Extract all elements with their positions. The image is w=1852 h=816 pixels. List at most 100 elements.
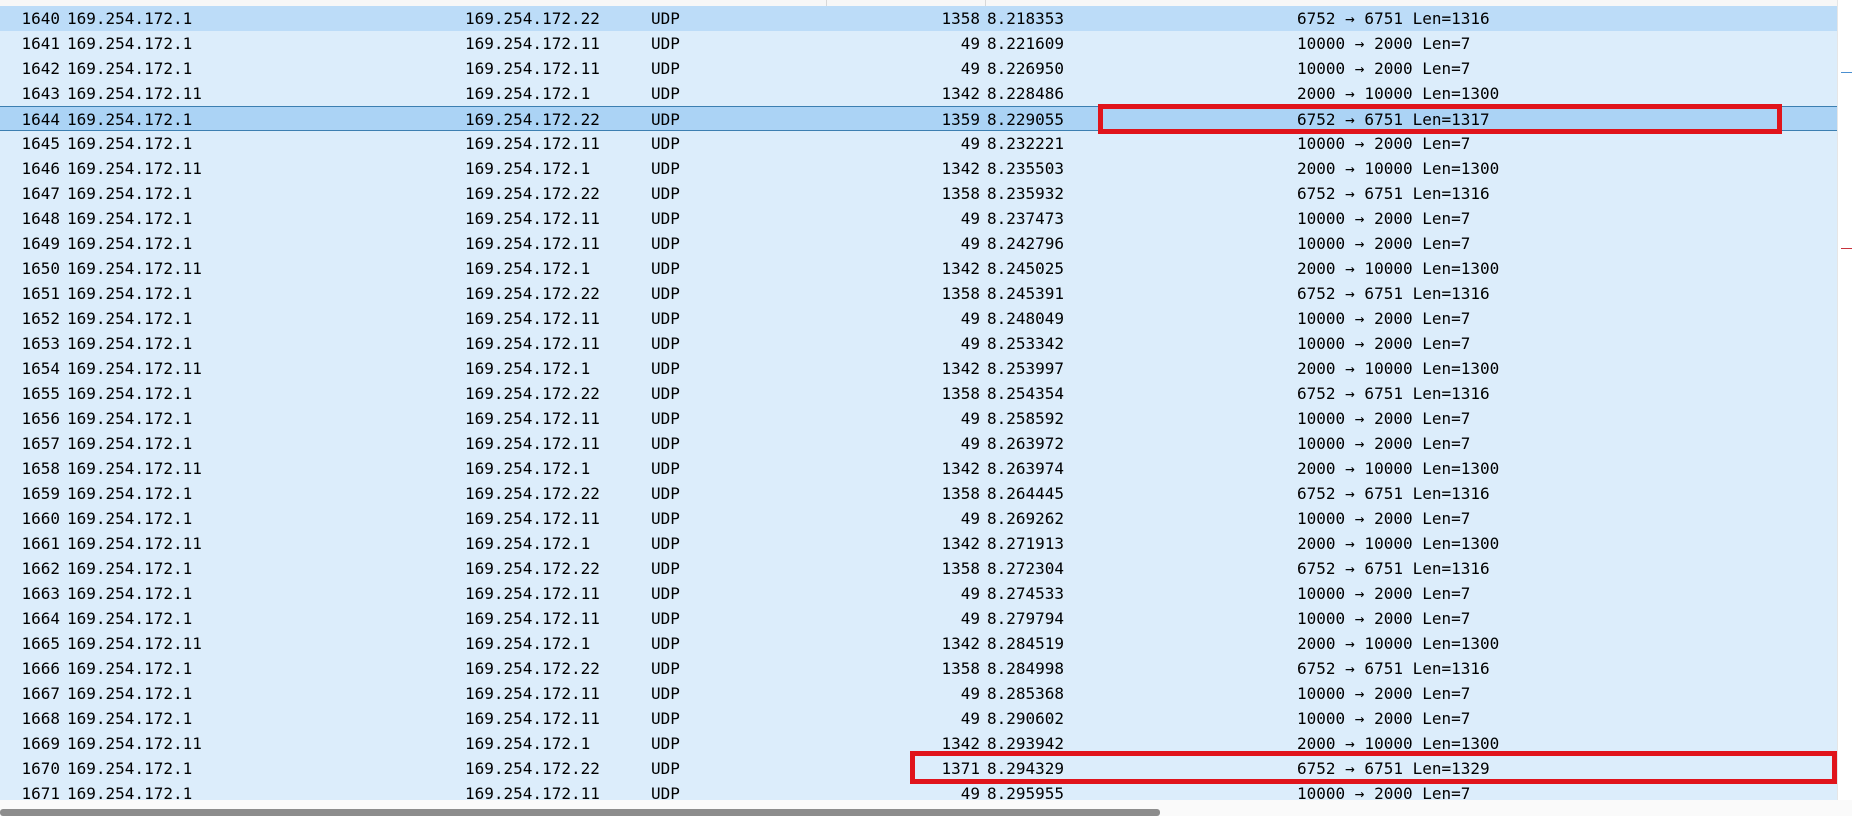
packet-row-1655[interactable]: 1655 169.254.172.1 169.254.172.22 UDP 1358 8.… — [0, 381, 1837, 406]
packet-info-cell: 10000 → 2000 Len=7 — [1297, 209, 1471, 228]
packet-dst-cell: 169.254.172.22 — [465, 9, 600, 28]
packet-proto-cell: UDP — [651, 584, 680, 603]
packet-len-cell: 49 — [960, 684, 980, 703]
packet-row-1653[interactable]: 1653 169.254.172.1 169.254.172.11 UDP 49 8.25… — [0, 331, 1837, 356]
packet-proto-cell: UDP — [651, 84, 680, 103]
packet-proto-cell: UDP — [651, 534, 680, 553]
packet-src-cell: 169.254.172.1 — [67, 434, 193, 453]
packet-dst-cell: 169.254.172.11 — [465, 34, 600, 53]
packet-row-1648[interactable]: 1648 169.254.172.1 169.254.172.11 UDP 49 8.23… — [0, 206, 1837, 231]
packet-dst-cell: 169.254.172.22 — [465, 559, 600, 578]
packet-no-cell: 1653 — [21, 334, 60, 353]
packet-time-cell: 8.264445 — [987, 484, 1065, 503]
packet-proto-cell: UDP — [651, 284, 680, 303]
packet-src-cell: 169.254.172.1 — [67, 559, 193, 578]
packet-time-cell: 8.237473 — [987, 209, 1065, 228]
packet-len-cell: 1371 — [941, 759, 980, 778]
packet-row-1643[interactable]: 1643 169.254.172.11 169.254.172.1 UDP 1342 8.… — [0, 81, 1837, 106]
packet-proto-cell: UDP — [651, 359, 680, 378]
packet-src-cell: 169.254.172.1 — [67, 784, 193, 800]
packet-src-cell: 169.254.172.11 — [67, 259, 202, 278]
packet-time-cell: 8.235503 — [987, 159, 1065, 178]
packet-no-cell: 1663 — [21, 584, 60, 603]
packet-src-cell: 169.254.172.1 — [67, 609, 193, 628]
packet-len-cell: 1342 — [941, 459, 980, 478]
packet-time-cell: 8.226950 — [987, 59, 1065, 78]
packet-row-1640[interactable]: 1640 169.254.172.1 169.254.172.22 UDP 1358 8.… — [0, 6, 1837, 31]
packet-no-cell: 1640 — [21, 9, 60, 28]
packet-len-cell: 49 — [960, 309, 980, 328]
packet-src-cell: 169.254.172.1 — [67, 759, 193, 778]
packet-proto-cell: UDP — [651, 209, 680, 228]
packet-row-1642[interactable]: 1642 169.254.172.1 169.254.172.11 UDP 49 8.22… — [0, 56, 1837, 81]
packet-row-1657[interactable]: 1657 169.254.172.1 169.254.172.11 UDP 49 8.26… — [0, 431, 1837, 456]
packet-row-1649[interactable]: 1649 169.254.172.1 169.254.172.11 UDP 49 8.24… — [0, 231, 1837, 256]
packet-row-1658[interactable]: 1658 169.254.172.11 169.254.172.1 UDP 1342 8.… — [0, 456, 1837, 481]
packet-proto-cell: UDP — [651, 659, 680, 678]
packet-len-cell: 49 — [960, 434, 980, 453]
packet-info-cell: 10000 → 2000 Len=7 — [1297, 584, 1471, 603]
packet-row-1668[interactable]: 1668 169.254.172.1 169.254.172.11 UDP 49 8.29… — [0, 706, 1837, 731]
packet-no-cell: 1666 — [21, 659, 60, 678]
packet-info-cell: 6752 → 6751 Len=1317 — [1297, 110, 1490, 129]
packet-info-cell: 2000 → 10000 Len=1300 — [1297, 734, 1500, 753]
packet-info-cell: 6752 → 6751 Len=1316 — [1297, 559, 1490, 578]
packet-proto-cell: UDP — [651, 384, 680, 403]
packet-row-1651[interactable]: 1651 169.254.172.1 169.254.172.22 UDP 1358 8.… — [0, 281, 1837, 306]
packet-row-1663[interactable]: 1663 169.254.172.1 169.254.172.11 UDP 49 8.27… — [0, 581, 1837, 606]
packet-row-1659[interactable]: 1659 169.254.172.1 169.254.172.22 UDP 1358 8.… — [0, 481, 1837, 506]
packet-len-cell: 1342 — [941, 534, 980, 553]
packet-dst-cell: 169.254.172.11 — [465, 609, 600, 628]
packet-dst-cell: 169.254.172.22 — [465, 384, 600, 403]
packet-row-1665[interactable]: 1665 169.254.172.11 169.254.172.1 UDP 1342 8.… — [0, 631, 1837, 656]
packet-len-cell: 49 — [960, 784, 980, 800]
packet-time-cell: 8.272304 — [987, 559, 1065, 578]
packet-src-cell: 169.254.172.1 — [67, 709, 193, 728]
packet-row-1645[interactable]: 1645 169.254.172.1 169.254.172.11 UDP 49 8.23… — [0, 131, 1837, 156]
packet-row-1654[interactable]: 1654 169.254.172.11 169.254.172.1 UDP 1342 8.… — [0, 356, 1837, 381]
packet-row-1662[interactable]: 1662 169.254.172.1 169.254.172.22 UDP 1358 8.… — [0, 556, 1837, 581]
packet-dst-cell: 169.254.172.11 — [465, 209, 600, 228]
packet-list[interactable]: 1640 169.254.172.1 169.254.172.22 UDP 1358 8.… — [0, 0, 1837, 800]
packet-info-cell: 2000 → 10000 Len=1300 — [1297, 84, 1500, 103]
packet-dst-cell: 169.254.172.22 — [465, 110, 600, 129]
packet-row-1660[interactable]: 1660 169.254.172.1 169.254.172.11 UDP 49 8.26… — [0, 506, 1837, 531]
packet-row-1671[interactable]: 1671 169.254.172.1 169.254.172.11 UDP 49 8.29… — [0, 781, 1837, 800]
packet-info-cell: 2000 → 10000 Len=1300 — [1297, 634, 1500, 653]
packet-src-cell: 169.254.172.1 — [67, 34, 193, 53]
packet-row-1670[interactable]: 1670 169.254.172.1 169.254.172.22 UDP 1371 8.… — [0, 756, 1837, 781]
packet-dst-cell: 169.254.172.1 — [465, 259, 591, 278]
packet-time-cell: 8.245025 — [987, 259, 1065, 278]
packet-info-cell: 2000 → 10000 Len=1300 — [1297, 459, 1500, 478]
packet-no-cell: 1648 — [21, 209, 60, 228]
packet-row-1666[interactable]: 1666 169.254.172.1 169.254.172.22 UDP 1358 8.… — [0, 656, 1837, 681]
packet-row-1661[interactable]: 1661 169.254.172.11 169.254.172.1 UDP 1342 8.… — [0, 531, 1837, 556]
red-packet-mark — [1841, 248, 1852, 249]
packet-src-cell: 169.254.172.1 — [67, 409, 193, 428]
packet-src-cell: 169.254.172.1 — [67, 59, 193, 78]
packet-len-cell: 1358 — [941, 184, 980, 203]
packet-dst-cell: 169.254.172.11 — [465, 784, 600, 800]
packet-len-cell: 1342 — [941, 359, 980, 378]
packet-dst-cell: 169.254.172.22 — [465, 759, 600, 778]
horizontal-scrollbar-thumb[interactable] — [0, 809, 1160, 816]
packet-minimap-scrollbar[interactable] — [1837, 0, 1852, 800]
packet-len-cell: 1358 — [941, 9, 980, 28]
packet-row-1652[interactable]: 1652 169.254.172.1 169.254.172.11 UDP 49 8.24… — [0, 306, 1837, 331]
packet-row-1669[interactable]: 1669 169.254.172.11 169.254.172.1 UDP 1342 8.… — [0, 731, 1837, 756]
packet-row-1641[interactable]: 1641 169.254.172.1 169.254.172.11 UDP 49 8.22… — [0, 31, 1837, 56]
packet-no-cell: 1657 — [21, 434, 60, 453]
packet-row-1650[interactable]: 1650 169.254.172.11 169.254.172.1 UDP 1342 8.… — [0, 256, 1837, 281]
packet-proto-cell: UDP — [651, 634, 680, 653]
packet-row-1647[interactable]: 1647 169.254.172.1 169.254.172.22 UDP 1358 8.… — [0, 181, 1837, 206]
packet-len-cell: 49 — [960, 509, 980, 528]
packet-row-1667[interactable]: 1667 169.254.172.1 169.254.172.11 UDP 49 8.28… — [0, 681, 1837, 706]
packet-row-1656[interactable]: 1656 169.254.172.1 169.254.172.11 UDP 49 8.25… — [0, 406, 1837, 431]
packet-dst-cell: 169.254.172.22 — [465, 284, 600, 303]
packet-info-cell: 2000 → 10000 Len=1300 — [1297, 259, 1500, 278]
packet-time-cell: 8.290602 — [987, 709, 1065, 728]
packet-row-1644[interactable]: 1644 169.254.172.1 169.254.172.22 UDP 1359 8.… — [0, 106, 1837, 131]
packet-proto-cell: UDP — [651, 434, 680, 453]
packet-row-1664[interactable]: 1664 169.254.172.1 169.254.172.11 UDP 49 8.27… — [0, 606, 1837, 631]
packet-row-1646[interactable]: 1646 169.254.172.11 169.254.172.1 UDP 1342 8.… — [0, 156, 1837, 181]
